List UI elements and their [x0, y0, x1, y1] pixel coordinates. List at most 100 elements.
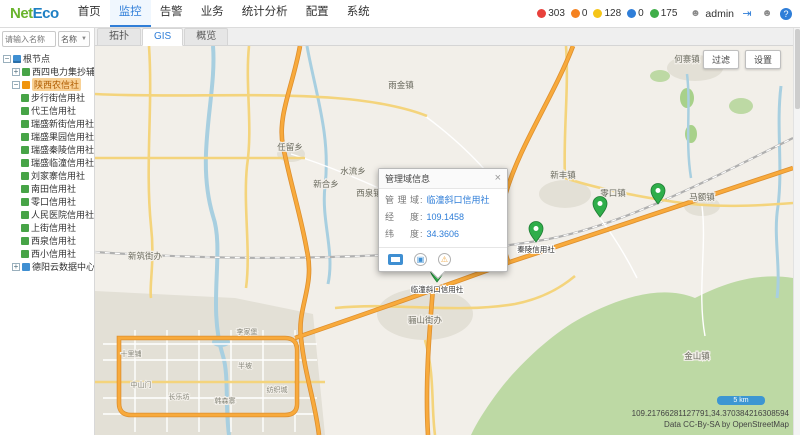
field-value-link[interactable]: 109.1458: [427, 209, 465, 226]
tab-拓扑[interactable]: 拓扑: [97, 28, 141, 45]
tree-item-上街信用社[interactable]: 上街信用社: [0, 221, 94, 234]
user-group-icon[interactable]: ☻: [760, 7, 774, 21]
alarm-badge-minor[interactable]: 128: [593, 8, 621, 19]
map-label-任留乡: 任留乡: [277, 142, 303, 152]
neteco-app: NetEco 首页监控告警业务统计分析配置系统 30301280175 ☻ ad…: [0, 0, 800, 435]
map-label-李家堡: 李家堡: [237, 327, 258, 336]
main-area: 名称 ▼ −根节点 + 西四电力集抄辅 − 陕西农信社步行街信用社代王信用社瑞盛新街信用…: [0, 28, 800, 435]
tree-item-西小信用社[interactable]: 西小信用社: [0, 247, 94, 260]
green-node-icon: [21, 146, 29, 154]
nav-item-告警[interactable]: 告警: [151, 0, 192, 27]
user-icon: ☻: [688, 7, 702, 21]
tree-item-西四电力集抄辅[interactable]: + 西四电力集抄辅: [0, 65, 94, 78]
monitor-icon[interactable]: [388, 254, 403, 265]
alarm-badge-normal[interactable]: 175: [650, 8, 678, 19]
map-label-水流乡: 水流乡: [340, 166, 366, 176]
map-label-韩森寨: 韩森寨: [215, 396, 236, 405]
tree-item-瑞盛临潼信用社[interactable]: 瑞盛临潼信用社: [0, 156, 94, 169]
tree-item-步行街信用社[interactable]: 步行街信用社: [0, 91, 94, 104]
popup-title: 管理域信息: [385, 172, 430, 185]
field-colon: :: [420, 226, 423, 243]
major-dot-icon: [571, 9, 580, 18]
tree-item-人民医院信用社[interactable]: 人民医院信用社: [0, 208, 94, 221]
tree-item-label: 陕西农信社: [32, 78, 81, 91]
help-icon[interactable]: ?: [780, 8, 792, 20]
vertical-scrollbar[interactable]: [793, 28, 800, 435]
close-icon[interactable]: ×: [495, 174, 501, 183]
green-node-icon: [21, 120, 29, 128]
alarm-badge-critical[interactable]: 303: [537, 8, 565, 19]
tree-item-刘家寨信用社[interactable]: 刘家寨信用社: [0, 169, 94, 182]
map-label-新合乡: 新合乡: [313, 179, 339, 189]
current-user[interactable]: ☻ admin: [688, 7, 734, 21]
filter-button[interactable]: 过滤: [703, 50, 739, 69]
tree-item-label: 零口信用社: [31, 195, 76, 208]
view-tabs: 拓扑GIS概览: [95, 28, 793, 46]
green-node-icon: [21, 224, 29, 232]
logo-net: Net: [10, 5, 33, 22]
tree-item-label: 西泉信用社: [31, 234, 76, 247]
tree-item-西泉信用社[interactable]: 西泉信用社: [0, 234, 94, 247]
nav-item-统计分析[interactable]: 统计分析: [233, 0, 297, 27]
nav-item-业务[interactable]: 业务: [192, 0, 233, 27]
expand-icon[interactable]: +: [12, 263, 20, 271]
search-input[interactable]: [2, 31, 56, 47]
domain-info-popup: 管理域信息 × 管理域:临潼斜口信用社经度:109.1458纬度:34.3606…: [378, 168, 508, 272]
green-node-icon: [21, 250, 29, 258]
logout-icon[interactable]: ⇥: [740, 7, 754, 21]
field-value-link[interactable]: 临潼斜口信用社: [427, 192, 490, 209]
nav-item-系统[interactable]: 系统: [338, 0, 379, 27]
green-node-icon: [21, 237, 29, 245]
collapse-icon[interactable]: −: [12, 81, 20, 89]
tree-item-根节点[interactable]: −根节点: [0, 52, 94, 65]
alarm-count: 0: [582, 8, 588, 19]
tree-item-瑞盛秦陵信用社[interactable]: 瑞盛秦陵信用社: [0, 143, 94, 156]
scrollbar-thumb[interactable]: [795, 29, 800, 109]
tree-item-label: 西小信用社: [31, 247, 76, 260]
tree-item-陕西农信社[interactable]: − 陕西农信社: [0, 78, 94, 91]
orange-node-icon: [22, 81, 30, 89]
map-label-骊山街办: 骊山街办: [408, 315, 443, 325]
pin-dot: [656, 188, 661, 193]
tree-item-零口信用社[interactable]: 零口信用社: [0, 195, 94, 208]
field-colon: :: [420, 192, 423, 209]
settings-button[interactable]: 设置: [745, 50, 781, 69]
popup-fields: 管理域:临潼斜口信用社经度:109.1458纬度:34.3606: [379, 189, 507, 247]
map-label-马额镇: 马额镇: [689, 192, 715, 202]
tab-概览[interactable]: 概览: [184, 28, 228, 45]
collapse-icon[interactable]: −: [3, 55, 11, 63]
alarm-badge-major[interactable]: 0: [571, 8, 588, 19]
field-label: 纬度: [385, 226, 419, 243]
warning-icon[interactable]: ⚠: [438, 253, 451, 266]
content-area: 拓扑GIS概览: [95, 28, 793, 435]
nav-item-监控[interactable]: 监控: [110, 0, 151, 27]
header-right: 303 0 128 0 175 ☻ admin ⇥ ☻ ?: [537, 7, 794, 21]
green-node-icon: [21, 185, 29, 193]
alarm-count: 0: [638, 8, 644, 19]
tree-item-label: 人民医院信用社: [31, 208, 94, 221]
marker-label: 临潼斜口信用社: [411, 284, 464, 294]
tree-item-南田信用社[interactable]: 南田信用社: [0, 182, 94, 195]
tree-item-label: 步行街信用社: [31, 91, 85, 104]
search-type-label: 名称: [61, 34, 77, 45]
tree-item-瑞盛果园信用社[interactable]: 瑞盛果园信用社: [0, 130, 94, 143]
alarm-badge-warning[interactable]: 0: [627, 8, 644, 19]
field-label: 管理域: [385, 192, 419, 209]
tree-item-德阳云数据中心[interactable]: +德阳云数据中心: [0, 260, 94, 273]
field-value-link[interactable]: 34.3606: [427, 226, 460, 243]
green-node-icon: [21, 159, 29, 167]
tab-GIS[interactable]: GIS: [142, 28, 183, 46]
tree-item-label: 瑞盛果园信用社: [31, 130, 94, 143]
alarm-icon[interactable]: ▣: [414, 253, 427, 266]
tree-item-代王信用社[interactable]: 代王信用社: [0, 104, 94, 117]
nav-item-配置[interactable]: 配置: [297, 0, 338, 27]
search-type-dropdown[interactable]: 名称 ▼: [58, 31, 90, 47]
blue-node-icon: [22, 263, 30, 271]
expand-icon[interactable]: +: [12, 68, 20, 76]
tree-item-label: 西四电力集抄辅: [32, 65, 94, 78]
nav-item-首页[interactable]: 首页: [69, 0, 110, 27]
tree-item-label: 瑞盛新街信用社: [31, 117, 94, 130]
cursor-coordinates: 109.21766281127791,34.370384216308594: [632, 409, 789, 418]
tree-item-瑞盛新街信用社[interactable]: 瑞盛新街信用社: [0, 117, 94, 130]
popup-field-经度: 经度:109.1458: [385, 209, 501, 226]
